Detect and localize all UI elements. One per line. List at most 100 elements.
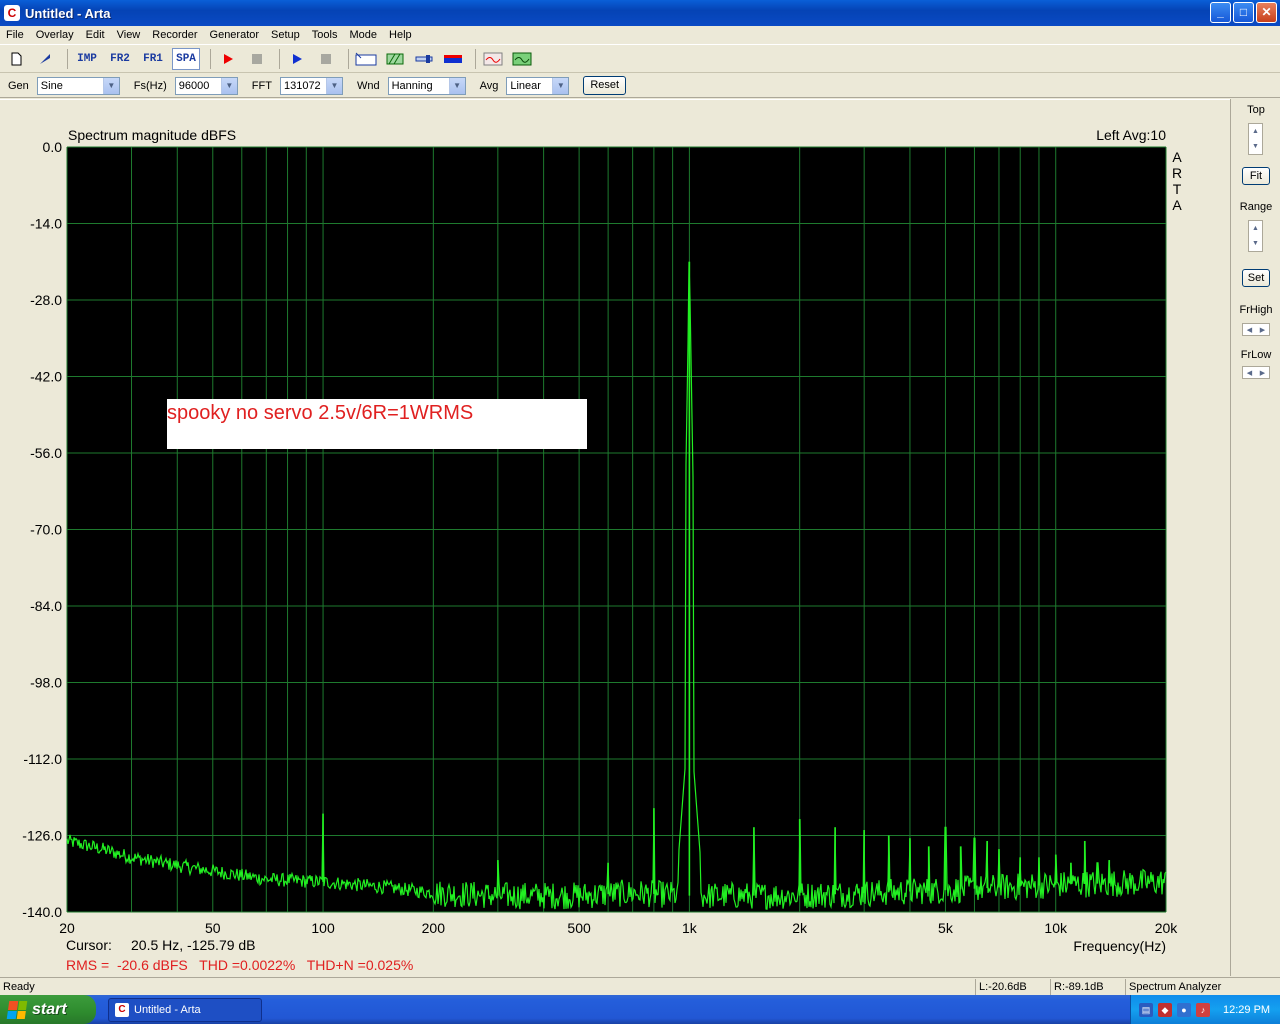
- signal-icon[interactable]: [481, 48, 505, 70]
- x-tick-label: 10k: [1044, 920, 1068, 936]
- fit-button[interactable]: Fit: [1242, 167, 1270, 185]
- spectrum-plot-panel: Spectrum magnitude dBFS Left Avg:10 ARTA…: [0, 99, 1230, 976]
- y-tick-label: -14.0: [30, 216, 62, 232]
- stop-icon[interactable]: [245, 48, 269, 70]
- menu-file[interactable]: File: [0, 29, 30, 41]
- speaker-icon[interactable]: ♪: [1196, 1002, 1210, 1017]
- toolbar: IMP FR2 FR1 SPA: [0, 46, 1280, 73]
- y-tick-label: -28.0: [30, 292, 62, 308]
- maximize-button[interactable]: □: [1233, 2, 1254, 23]
- chart-title: Spectrum magnitude dBFS: [68, 127, 236, 143]
- chevron-left-icon[interactable]: ◀: [1247, 369, 1252, 377]
- start-label: start: [32, 1000, 67, 1018]
- x-tick-label: 500: [567, 920, 591, 936]
- menu-edit[interactable]: Edit: [80, 29, 111, 41]
- shield-icon[interactable]: ◆: [1158, 1002, 1172, 1017]
- stop-generator-icon[interactable]: [314, 48, 338, 70]
- x-tick-label: 2k: [792, 920, 808, 936]
- window-title: Untitled - Arta: [25, 5, 111, 21]
- range-spinner[interactable]: ▲ ▼: [1248, 220, 1263, 252]
- y-tick-label: -70.0: [30, 522, 62, 538]
- y-tick-label: -98.0: [30, 675, 62, 691]
- fs-select[interactable]: 96000 ▼: [174, 76, 238, 95]
- menu-help[interactable]: Help: [383, 29, 418, 41]
- chevron-down-icon[interactable]: ▼: [448, 77, 465, 94]
- close-button[interactable]: ✕: [1256, 2, 1277, 23]
- chevron-right-icon[interactable]: ▶: [1260, 326, 1265, 334]
- chevron-down-icon[interactable]: ▼: [102, 77, 119, 94]
- y-tick-label: -126.0: [22, 828, 62, 844]
- x-axis-label: Frequency(Hz): [1073, 938, 1166, 954]
- frlow-label: FrLow: [1240, 349, 1272, 361]
- status-right-level: R:-89.1dB: [1050, 978, 1125, 995]
- clock: 12:29 PM: [1223, 1003, 1271, 1016]
- chevron-left-icon[interactable]: ◀: [1247, 326, 1252, 334]
- cursor-icon[interactable]: [412, 48, 436, 70]
- y-tick-labels: 0.0 -14.0 -28.0 -42.0 -56.0 -70.0 -84.0 -98.0 -1…: [22, 139, 62, 920]
- text-abc-icon[interactable]: [354, 48, 378, 70]
- taskbar: start C Untitled - Arta ▤ ◆ ● ♪ 12:29 PM: [0, 995, 1280, 1024]
- start-button[interactable]: start: [0, 995, 96, 1024]
- spectrum-chart[interactable]: Spectrum magnitude dBFS Left Avg:10 ARTA…: [0, 100, 1230, 977]
- fr2-mode-button[interactable]: FR2: [106, 48, 134, 70]
- status-bar: Ready L:-20.6dB R:-89.1dB Spectrum Analy…: [0, 977, 1280, 995]
- play-icon[interactable]: [285, 48, 309, 70]
- scale-sidebar: Top ▲ ▼ Fit Range ▲ ▼ Set FrHigh ◀ ▶ FrLow …: [1230, 99, 1280, 976]
- status-ready: Ready: [3, 980, 35, 993]
- arta-logo-icon: C: [115, 1002, 129, 1017]
- y-tick-label: 0.0: [43, 139, 63, 155]
- chevron-down-icon[interactable]: ▼: [220, 77, 237, 94]
- grid-icon[interactable]: [383, 48, 407, 70]
- frhigh-label: FrHigh: [1239, 304, 1273, 316]
- fs-label: Fs(Hz): [133, 79, 167, 92]
- chevron-down-icon[interactable]: ▼: [325, 77, 342, 94]
- gen-select[interactable]: Sine ▼: [36, 76, 120, 95]
- frhigh-stepper[interactable]: ◀ ▶: [1242, 323, 1270, 336]
- menu-tools[interactable]: Tools: [306, 29, 344, 41]
- top-label: Top: [1247, 104, 1265, 116]
- wnd-select[interactable]: Hanning ▼: [387, 76, 466, 95]
- windows-logo-icon: [6, 1000, 28, 1019]
- x-tick-label: 100: [311, 920, 335, 936]
- imp-mode-button[interactable]: IMP: [73, 48, 101, 70]
- open-icon[interactable]: [33, 48, 57, 70]
- chevron-down-icon[interactable]: ▼: [552, 77, 569, 94]
- channel-info: Left Avg:10: [1096, 127, 1166, 143]
- record-icon[interactable]: [216, 48, 240, 70]
- gen-select-value: Sine: [40, 79, 63, 92]
- menu-mode[interactable]: Mode: [343, 29, 383, 41]
- x-tick-label: 20: [59, 920, 75, 936]
- chevron-right-icon[interactable]: ▶: [1260, 369, 1265, 377]
- control-bar: Gen Sine ▼ Fs(Hz) 96000 ▼ FFT 131072 ▼ W…: [0, 74, 1280, 98]
- brand-letter: A: [1172, 197, 1182, 213]
- menu-recorder[interactable]: Recorder: [146, 29, 203, 41]
- taskbar-item-label: Untitled - Arta: [134, 1003, 201, 1016]
- menu-overlay[interactable]: Overlay: [30, 29, 80, 41]
- menu-generator[interactable]: Generator: [204, 29, 266, 41]
- antivirus-icon[interactable]: ●: [1177, 1002, 1191, 1017]
- reset-button[interactable]: Reset: [583, 76, 627, 95]
- scope-icon[interactable]: [510, 48, 534, 70]
- fs-select-value: 96000: [178, 79, 210, 92]
- menu-setup[interactable]: Setup: [265, 29, 306, 41]
- frlow-stepper[interactable]: ◀ ▶: [1242, 366, 1270, 379]
- set-button[interactable]: Set: [1242, 269, 1270, 287]
- x-tick-label: 50: [205, 920, 221, 936]
- menu-view[interactable]: View: [111, 29, 147, 41]
- network-icon[interactable]: ▤: [1139, 1002, 1153, 1017]
- arta-vertical-brand: ARTA: [1172, 149, 1182, 213]
- top-spinner[interactable]: ▲ ▼: [1248, 123, 1263, 155]
- fft-select[interactable]: 131072 ▼: [279, 76, 343, 95]
- new-file-icon[interactable]: [4, 48, 28, 70]
- avg-select[interactable]: Linear ▼: [506, 76, 570, 95]
- minimize-button[interactable]: _: [1210, 2, 1231, 23]
- fr1-mode-button[interactable]: FR1: [139, 48, 167, 70]
- measurements-readout: RMS = -20.6 dBFS THD =0.0022% THD+N =0.0…: [66, 957, 413, 973]
- x-tick-label: 20k: [1155, 920, 1179, 936]
- title-bar[interactable]: C Untitled - Arta _ □ ✕: [0, 0, 1280, 26]
- y-tick-label: -140.0: [22, 904, 62, 920]
- arta-logo-icon[interactable]: C: [4, 5, 20, 21]
- taskbar-item-arta[interactable]: C Untitled - Arta: [108, 997, 262, 1022]
- spa-mode-button[interactable]: SPA: [172, 48, 200, 70]
- color-icon[interactable]: [441, 48, 465, 70]
